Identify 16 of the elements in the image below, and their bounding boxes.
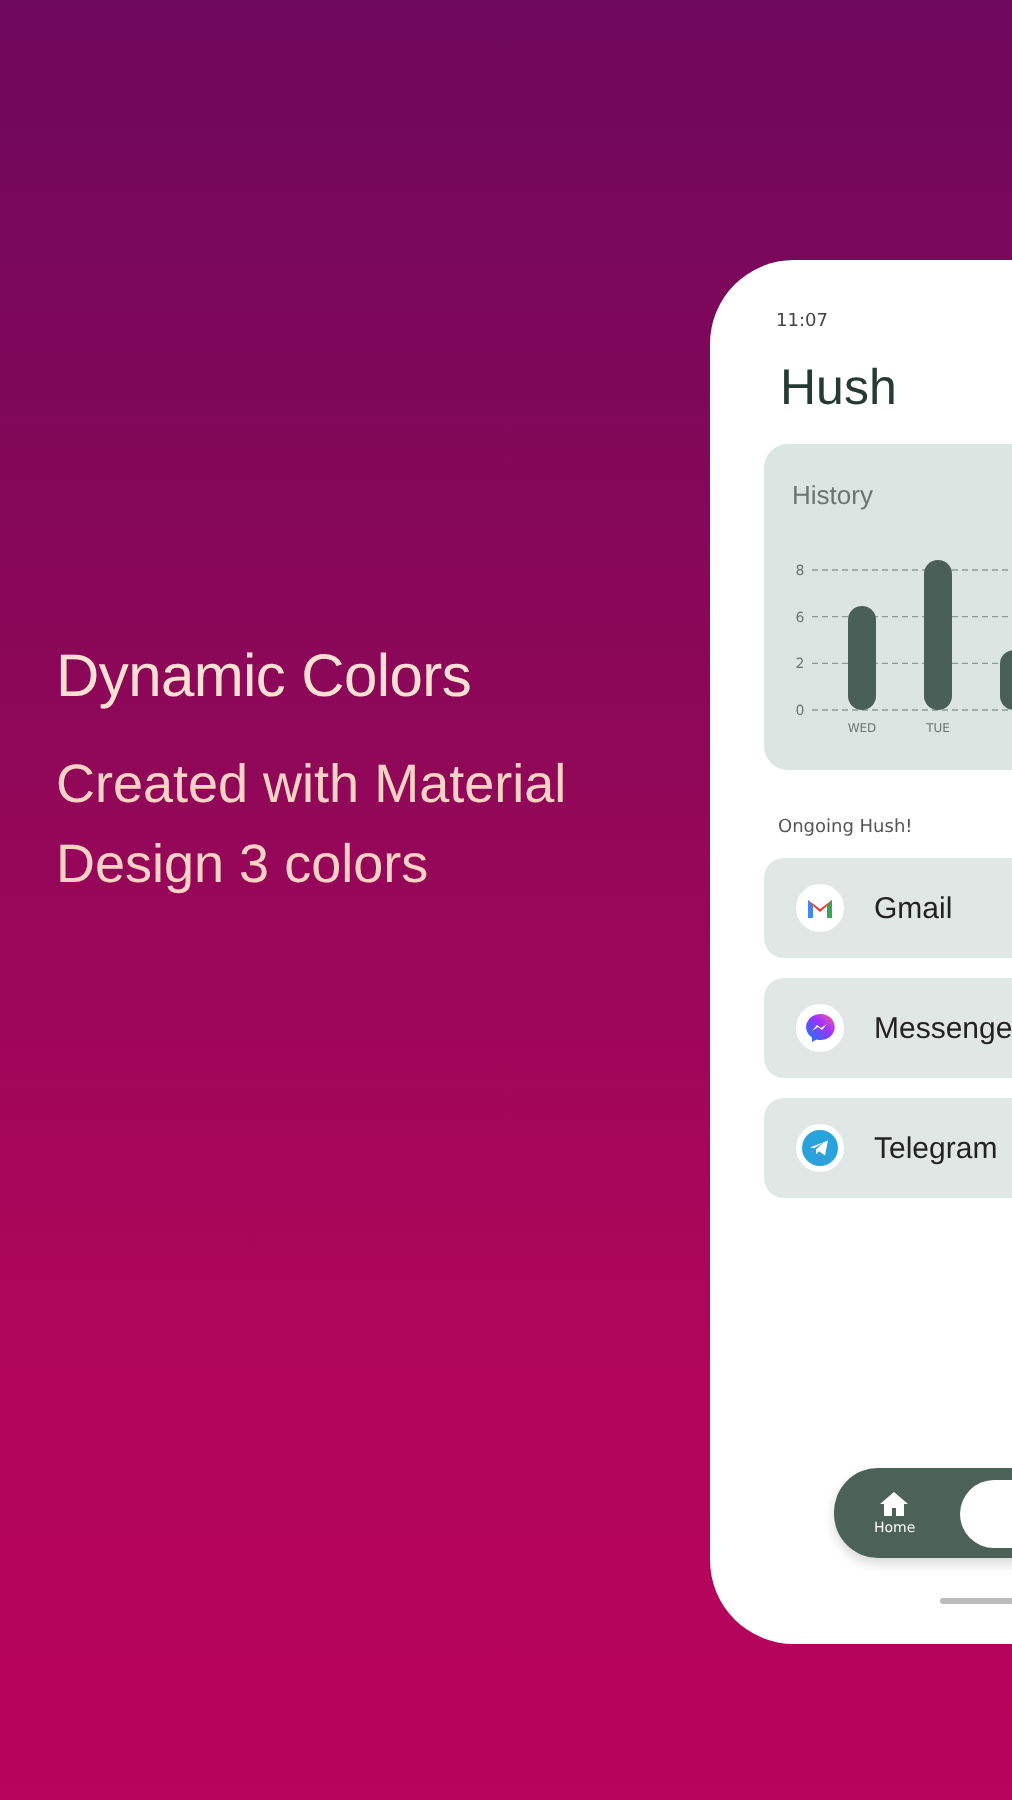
app-name: Gmail [874,891,953,925]
subheadline: Created with Material Design 3 colors [56,752,569,898]
app-row[interactable]: Gmail [764,858,1012,958]
app-name: Telegram [874,1131,998,1165]
paper-plane-icon [796,1124,844,1172]
mail-icon [796,884,844,932]
app-name: Messenge [874,1011,1012,1045]
app-title: Hush [780,360,899,418]
chat-bubble-icon [796,1004,844,1052]
headline: Dynamic Colors [56,644,474,712]
home-icon [880,1491,909,1515]
app-row[interactable]: Telegram [764,1098,1012,1198]
card-title: History [792,480,875,510]
section-label: Ongoing Hush! [778,818,915,838]
status-time: 11:07 [776,312,830,332]
app-row[interactable]: Messenge [764,978,1012,1078]
